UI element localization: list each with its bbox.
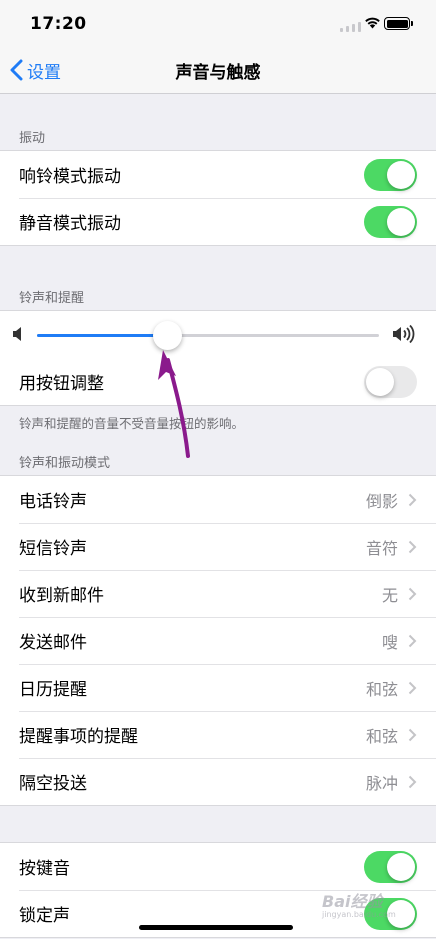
watermark-subtext: jingyan.baidu.com xyxy=(322,910,396,919)
row-label: 短信铃声 xyxy=(19,539,87,559)
row-label: 锁定声 xyxy=(19,906,70,926)
row-value: 无 xyxy=(381,585,398,605)
row-keyboard-clicks: 按键音 xyxy=(0,843,436,890)
page-title: 声音与触感 xyxy=(175,63,261,83)
ringer-volume-row xyxy=(0,311,436,358)
home-indicator[interactable] xyxy=(139,925,293,930)
row-value: 倒影 xyxy=(365,491,398,511)
row-label: 隔空投送 xyxy=(19,774,87,794)
vibration-group: 响铃模式振动 静音模式振动 xyxy=(0,150,436,246)
section-header-patterns: 铃声和振动模式 xyxy=(19,456,111,471)
row-label: 提醒事项的提醒 xyxy=(19,727,138,747)
wifi-icon xyxy=(365,17,380,29)
status-bar: 17:20 xyxy=(0,0,436,48)
row-airdrop[interactable]: 隔空投送 脉冲 xyxy=(0,758,436,805)
ringer-footnote: 铃声和提醒的音量不受音量按钮的影响。 xyxy=(19,416,245,431)
row-label: 日历提醒 xyxy=(19,680,87,700)
ring-vibrate-toggle[interactable] xyxy=(364,158,417,191)
patterns-group: 电话铃声 倒影 短信铃声 音符 收到新邮件 无 发送邮件 嗖 日历提醒 和弦 提… xyxy=(0,475,436,806)
row-label: 按键音 xyxy=(19,859,70,879)
battery-icon xyxy=(384,17,413,30)
chevron-right-icon xyxy=(408,493,417,506)
ringer-volume-slider[interactable] xyxy=(37,321,379,350)
chevron-right-icon xyxy=(408,728,417,741)
chevron-right-icon xyxy=(408,587,417,600)
row-new-mail[interactable]: 收到新邮件 无 xyxy=(0,570,436,617)
row-calendar-alerts[interactable]: 日历提醒 和弦 xyxy=(0,664,436,711)
watermark-logo: Bai经验 jingyan.baidu.com xyxy=(322,888,396,919)
row-value: 脉冲 xyxy=(365,773,398,793)
row-change-with-buttons: 用按钮调整 xyxy=(0,358,436,405)
row-label: 电话铃声 xyxy=(19,492,87,512)
row-ring-vibrate: 响铃模式振动 xyxy=(0,151,436,198)
section-header-vibration: 振动 xyxy=(19,131,46,146)
row-ringtone[interactable]: 电话铃声 倒影 xyxy=(0,476,436,523)
row-value: 和弦 xyxy=(365,726,398,746)
chevron-right-icon xyxy=(408,540,417,553)
watermark-text: Bai经验 xyxy=(322,892,383,911)
silent-vibrate-toggle[interactable] xyxy=(364,205,417,238)
cellular-signal-icon xyxy=(340,22,361,32)
row-label: 响铃模式振动 xyxy=(19,167,121,187)
status-time: 17:20 xyxy=(30,14,87,34)
ringer-group: 用按钮调整 xyxy=(0,310,436,406)
row-label: 用按钮调整 xyxy=(19,374,104,394)
volume-low-icon xyxy=(13,327,21,341)
navigation-bar: 设置 声音与触感 xyxy=(0,48,436,94)
keyboard-clicks-toggle[interactable] xyxy=(364,850,417,883)
section-header-ringer: 铃声和提醒 xyxy=(19,291,85,306)
chevron-right-icon xyxy=(408,681,417,694)
volume-slider-fill xyxy=(37,334,167,337)
volume-slider-thumb[interactable] xyxy=(152,321,182,350)
row-value: 和弦 xyxy=(365,679,398,699)
row-label: 收到新邮件 xyxy=(19,586,104,606)
volume-high-icon xyxy=(393,324,415,344)
row-value: 嗖 xyxy=(381,632,398,652)
row-value: 音符 xyxy=(365,538,398,558)
row-reminder-alerts[interactable]: 提醒事项的提醒 和弦 xyxy=(0,711,436,758)
chevron-right-icon xyxy=(408,775,417,788)
row-label: 发送邮件 xyxy=(19,633,87,653)
change-with-buttons-toggle[interactable] xyxy=(364,365,417,398)
row-text-tone[interactable]: 短信铃声 音符 xyxy=(0,523,436,570)
row-silent-vibrate: 静音模式振动 xyxy=(0,198,436,245)
row-label: 静音模式振动 xyxy=(19,214,121,234)
chevron-right-icon xyxy=(408,634,417,647)
row-sent-mail[interactable]: 发送邮件 嗖 xyxy=(0,617,436,664)
